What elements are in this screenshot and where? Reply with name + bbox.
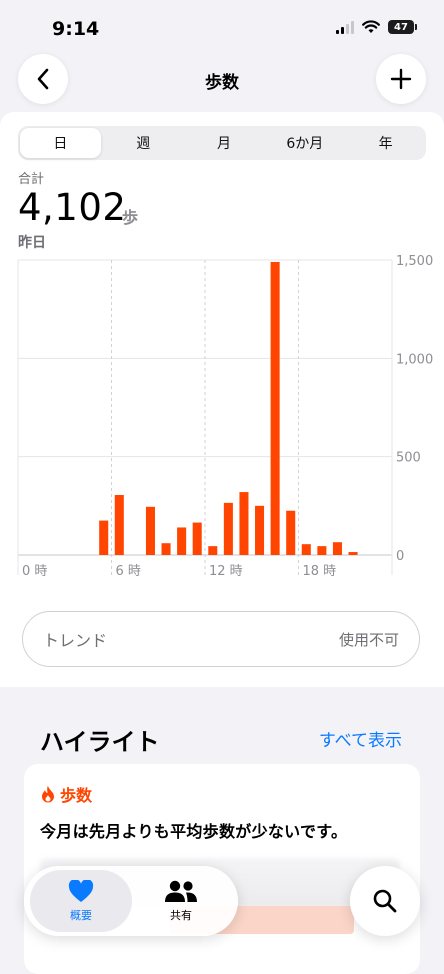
search-button[interactable] xyxy=(350,866,420,936)
total-steps-value: 4,102 xyxy=(18,186,127,229)
battery-icon: 47 xyxy=(388,20,417,34)
chart-bar xyxy=(145,506,155,555)
chart-bar xyxy=(301,544,311,555)
highlight-category: 歩数 xyxy=(60,786,93,805)
show-all-link[interactable]: すべて表示 xyxy=(319,726,402,751)
chart-x-tick-label: 18 時 xyxy=(303,564,337,579)
chart-y-tick-label: 0 xyxy=(396,549,404,564)
chart-bar xyxy=(223,502,233,555)
chart-bar xyxy=(161,543,171,555)
plus-icon xyxy=(390,68,412,90)
chart-bar xyxy=(239,492,249,555)
tab-bar: 概要 共有 xyxy=(24,866,238,936)
segment-day[interactable]: 日 xyxy=(20,128,101,158)
search-icon xyxy=(373,889,397,913)
chart-y-tick-label: 1,500 xyxy=(396,254,433,269)
chart-bar xyxy=(317,546,327,555)
chart-bar xyxy=(255,505,265,555)
chart-bar xyxy=(348,552,358,555)
status-bar: 9:14 47 xyxy=(0,0,444,60)
tab-summary-label: 概要 xyxy=(70,908,92,922)
wifi-icon xyxy=(362,20,380,33)
total-steps-unit: 歩 xyxy=(122,208,139,227)
highlights-title: ハイライト xyxy=(40,728,160,756)
flame-icon xyxy=(42,786,54,803)
tab-sharing-label: 共有 xyxy=(170,909,192,922)
trend-row[interactable]: トレンド 使用不可 xyxy=(22,611,420,667)
highlight-text: 今月は先月よりも平均歩数が少ないです。 xyxy=(40,822,348,841)
total-label: 合計 xyxy=(18,172,45,187)
chart-bar xyxy=(177,527,187,555)
add-button[interactable] xyxy=(376,54,426,104)
segment-month[interactable]: 月 xyxy=(184,126,265,160)
chart-bar xyxy=(270,261,280,555)
chart-x-tick-label: 0 時 xyxy=(22,564,47,579)
chart-bar xyxy=(192,522,202,555)
chart-x-tick-label: 12 時 xyxy=(209,564,243,579)
date-label: 昨日 xyxy=(18,235,46,251)
tab-summary[interactable]: 概要 xyxy=(30,870,132,932)
highlight-card-header: 歩数 xyxy=(40,782,92,806)
chart-y-tick-label: 1,000 xyxy=(396,352,433,367)
trend-label: トレンド xyxy=(43,631,108,650)
trend-status: 使用不可 xyxy=(338,630,399,649)
segment-year[interactable]: 年 xyxy=(345,126,426,160)
segment-6-months[interactable]: 6か月 xyxy=(264,126,345,160)
chart-bar xyxy=(286,510,296,555)
chart-y-tick-label: 500 xyxy=(396,451,421,466)
status-icons: 47 xyxy=(336,20,417,34)
chart-bar xyxy=(114,495,124,555)
chart-bar xyxy=(208,546,218,555)
status-time: 9:14 xyxy=(52,18,100,40)
tab-sharing[interactable]: 共有 xyxy=(130,870,232,932)
people-icon xyxy=(165,880,197,902)
steps-bar-chart[interactable]: 0 時 6 時 12 時 18 時 0 500 1,000 1,500 xyxy=(0,252,444,582)
period-selector: 日 週 月 6か月 年 xyxy=(18,126,426,160)
chart-x-tick-label: 6 時 xyxy=(116,564,141,579)
chart-bar xyxy=(332,542,342,555)
chart-bar xyxy=(99,520,109,555)
heart-icon xyxy=(68,879,94,902)
segment-week[interactable]: 週 xyxy=(103,126,184,160)
cellular-signal-icon xyxy=(336,20,354,34)
